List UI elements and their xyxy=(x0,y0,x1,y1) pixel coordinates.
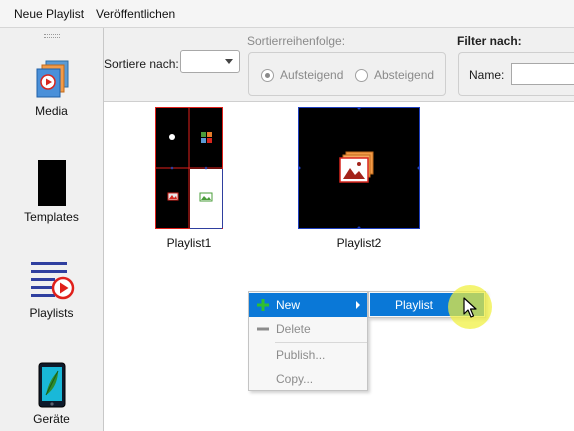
radio-dot xyxy=(355,68,368,82)
menu-item-label: New xyxy=(276,298,301,312)
sidebar-item-label: Media xyxy=(35,104,68,118)
filter-name-input[interactable] xyxy=(511,63,574,85)
playlist-thumbnail xyxy=(297,106,421,230)
radio-dot xyxy=(261,68,274,82)
menu-bar: Neue Playlist Veröffentlichen xyxy=(0,0,574,28)
radio-ascending[interactable]: Aufsteigend xyxy=(261,68,343,82)
context-menu: New Delete Publish... Copy... xyxy=(248,291,368,391)
menu-item-label: Publish... xyxy=(276,348,326,362)
menu-item-new[interactable]: New xyxy=(249,293,367,317)
menu-item-publish[interactable]: Publish... xyxy=(249,343,367,367)
minus-icon xyxy=(257,327,269,331)
filter-name-label: Name: xyxy=(469,68,505,82)
menu-item-label: Delete xyxy=(276,322,311,336)
order-title: Sortierreihenfolge: xyxy=(247,34,346,48)
radio-descending[interactable]: Absteigend xyxy=(355,68,434,82)
template-icon xyxy=(37,160,66,206)
media-icon xyxy=(36,60,68,98)
sidebar: Media Templates Playlists Geräte xyxy=(0,28,104,431)
menu-item-label: Copy... xyxy=(276,372,314,386)
sort-label: Sortiere nach: xyxy=(104,57,179,71)
menu-item-label: Playlist xyxy=(395,297,434,312)
playlist-thumbnail xyxy=(155,107,223,229)
playlist-caption: Playlist1 xyxy=(166,236,212,250)
sidebar-item-templates[interactable]: Templates xyxy=(0,160,103,224)
sidebar-grip[interactable] xyxy=(44,34,60,38)
chevron-down-icon xyxy=(225,59,233,64)
sidebar-item-playlists[interactable]: Playlists xyxy=(0,260,103,320)
filter-title: Filter nach: xyxy=(457,34,522,48)
toolbar: Sortiere nach: Sortierreihenfolge: Aufst… xyxy=(104,28,574,102)
sidebar-item-devices[interactable]: Geräte xyxy=(0,362,103,426)
menu-publish[interactable]: Veröffentlichen xyxy=(90,0,181,28)
sort-select[interactable] xyxy=(180,50,240,73)
sidebar-item-label: Templates xyxy=(24,210,79,224)
radio-label: Aufsteigend xyxy=(280,68,344,82)
sidebar-item-media[interactable]: Media xyxy=(0,58,103,118)
playlist-icon xyxy=(30,262,74,300)
plus-icon xyxy=(257,299,269,311)
playlist-tile[interactable]: Playlist2 xyxy=(297,106,421,250)
filter-group: Name: xyxy=(458,52,574,96)
order-group: Aufsteigend Absteigend xyxy=(248,52,446,96)
sidebar-item-label: Playlists xyxy=(29,306,74,320)
mouse-cursor-icon xyxy=(463,297,477,318)
menu-new-playlist[interactable]: Neue Playlist xyxy=(8,0,90,28)
device-icon xyxy=(38,362,65,408)
menu-item-copy[interactable]: Copy... xyxy=(249,367,367,391)
chevron-right-icon xyxy=(356,301,360,309)
playlist-caption: Playlist2 xyxy=(336,236,382,250)
menu-item-delete[interactable]: Delete xyxy=(249,317,367,341)
sidebar-item-label: Geräte xyxy=(33,412,70,426)
radio-label: Absteigend xyxy=(374,68,435,82)
playlist-tile[interactable]: Playlist1 xyxy=(155,107,223,250)
